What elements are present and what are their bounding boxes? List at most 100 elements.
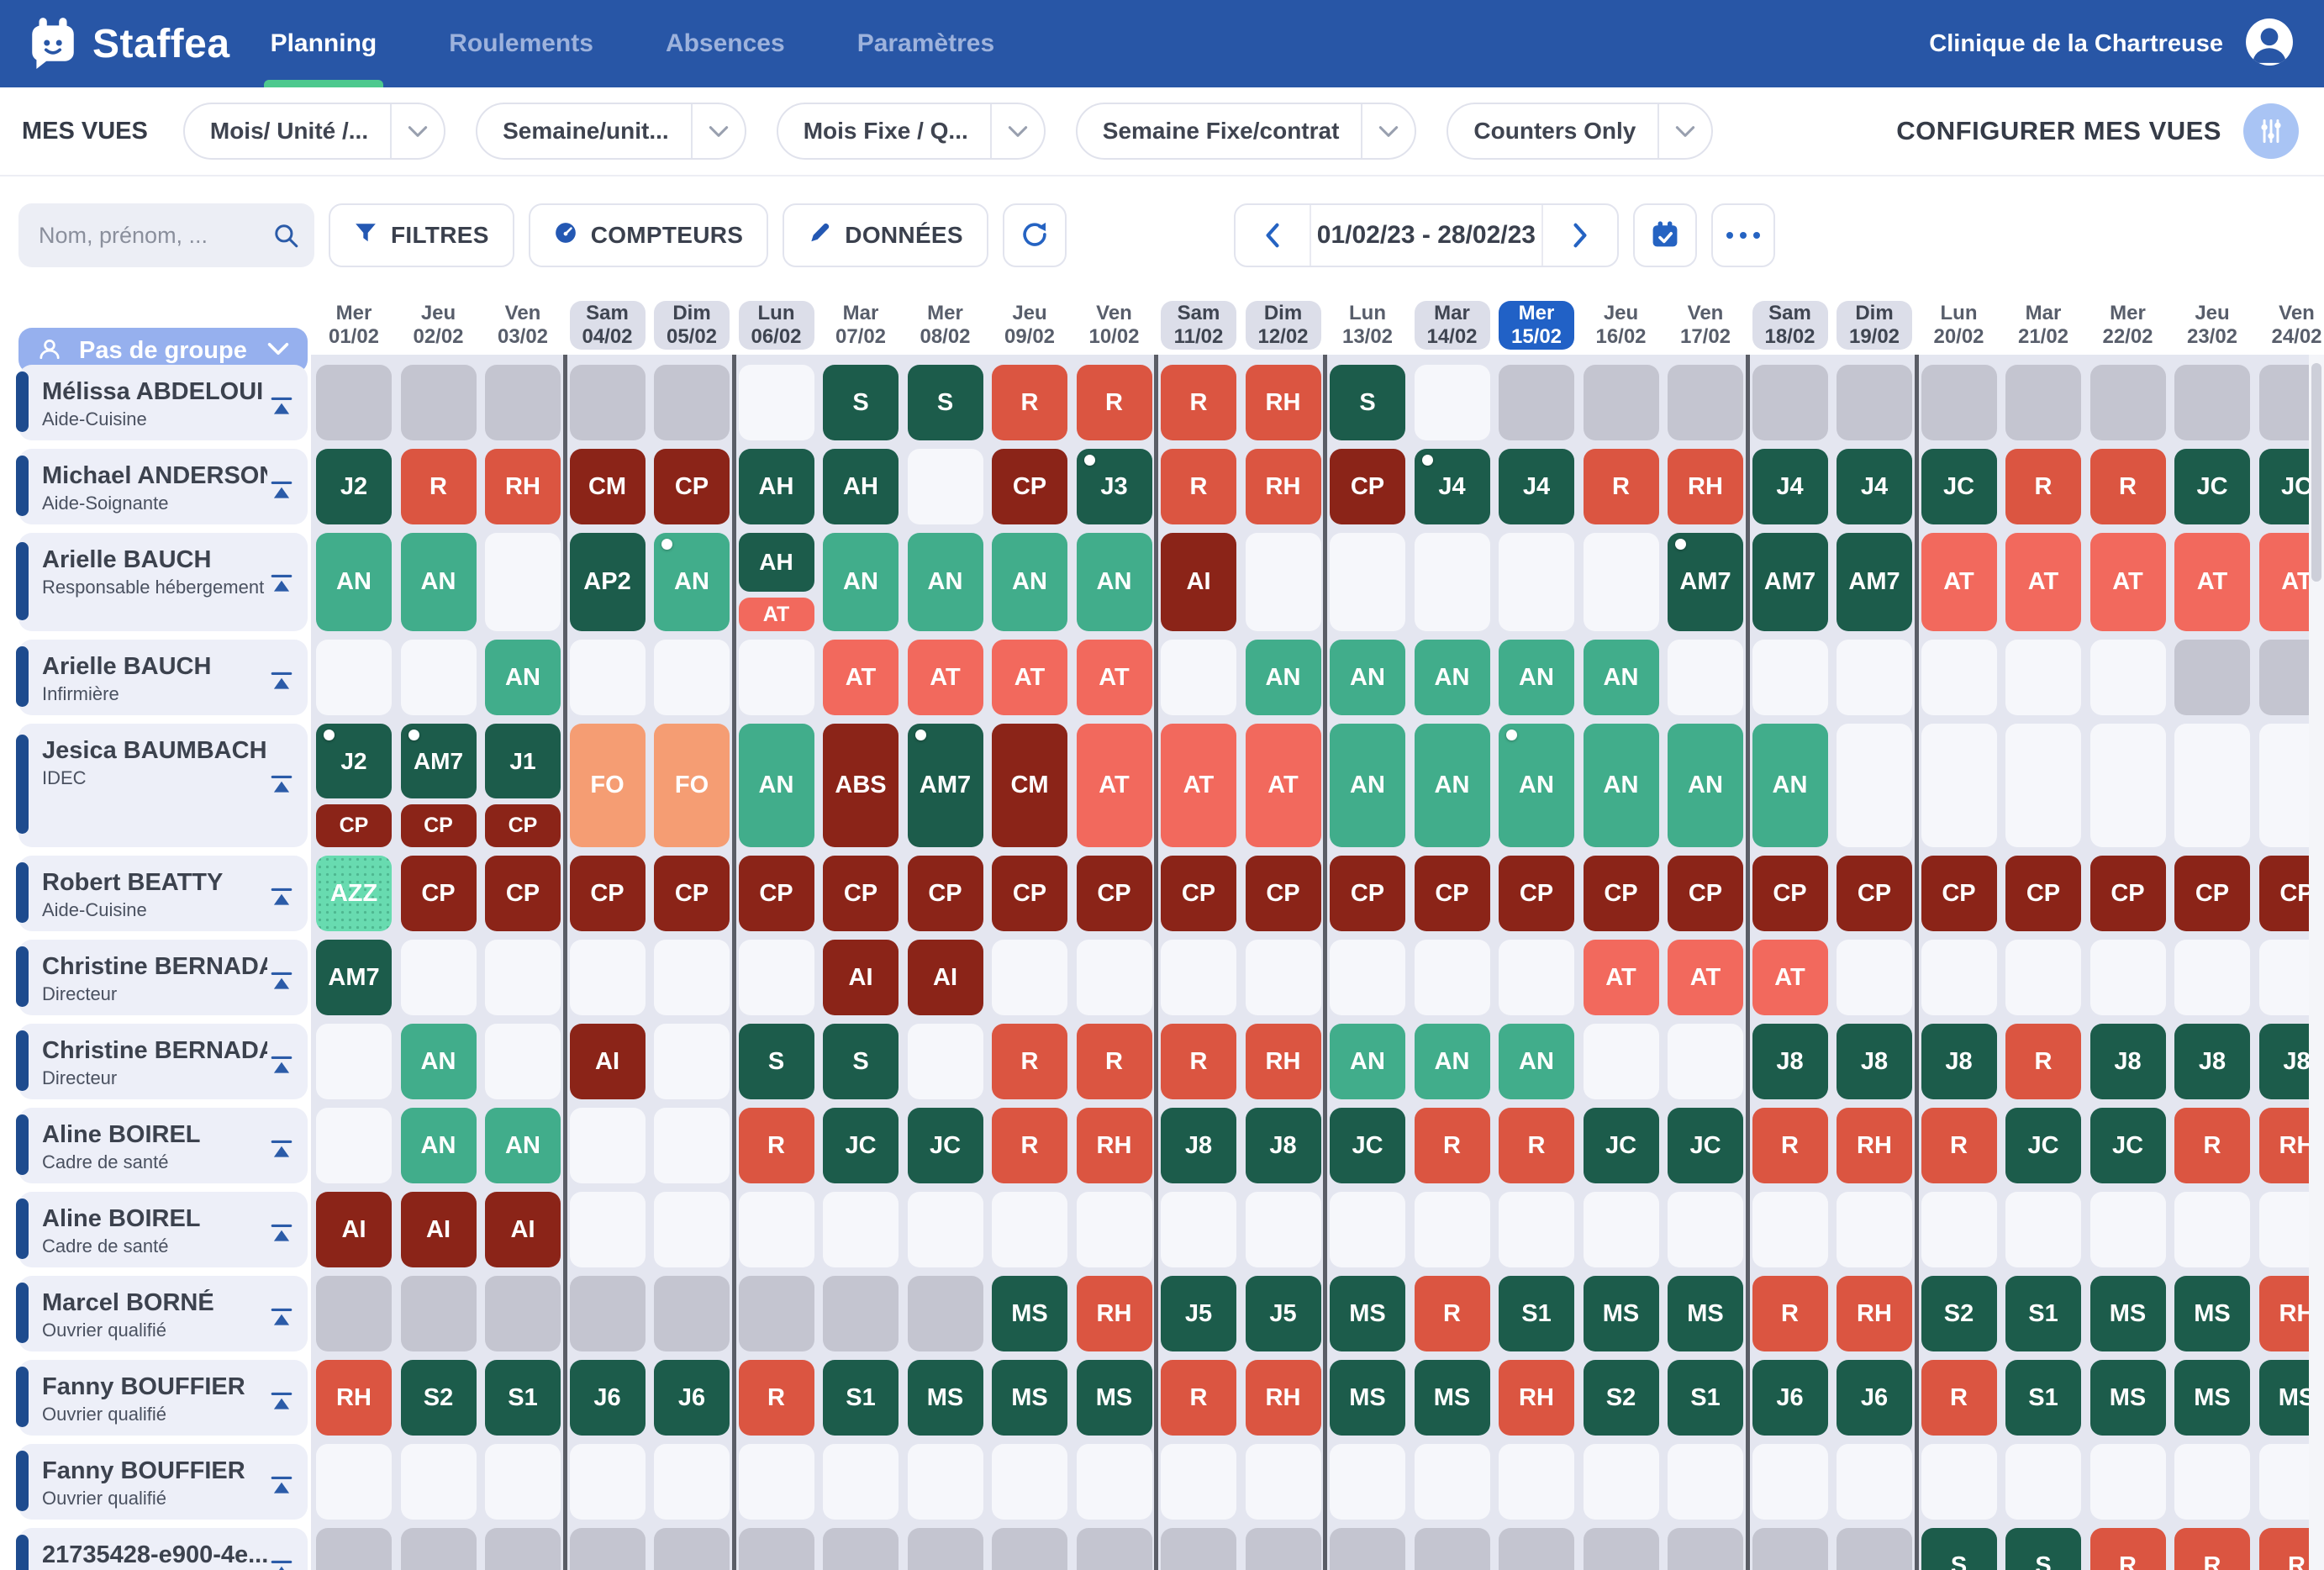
- shift-cell-RH[interactable]: RH: [1668, 449, 1743, 524]
- view-pill-0[interactable]: Mois/ Unité /...: [183, 103, 445, 160]
- empty-cell[interactable]: [654, 940, 730, 1015]
- shift-cell-AH[interactable]: AH: [823, 449, 899, 524]
- empty-cell[interactable]: [2174, 940, 2250, 1015]
- shift-cell-CM[interactable]: CM: [992, 724, 1067, 847]
- shift-cell-R[interactable]: R: [1752, 1108, 1828, 1183]
- shift-cell-MS[interactable]: MS: [1077, 1360, 1152, 1436]
- nav-tab-planning[interactable]: Planning: [271, 0, 377, 87]
- shift-cell-S2[interactable]: S2: [401, 1360, 477, 1436]
- shift-cell-AN[interactable]: AN: [316, 533, 392, 631]
- shift-cell-R[interactable]: R: [1921, 1360, 1997, 1436]
- empty-cell[interactable]: [570, 1444, 646, 1520]
- shift-cell-RH[interactable]: RH: [1837, 1276, 1912, 1351]
- shift-cell-AN[interactable]: AN: [401, 1108, 477, 1183]
- shift-cell-AM7[interactable]: AM7: [1837, 533, 1912, 631]
- shift-cell-R[interactable]: R: [1752, 1276, 1828, 1351]
- shift-cell-J4[interactable]: J4: [1499, 449, 1574, 524]
- shift-cell-R[interactable]: R: [2090, 449, 2166, 524]
- shift-cell-JC[interactable]: JC: [2090, 1108, 2166, 1183]
- empty-cell[interactable]: [1161, 940, 1236, 1015]
- empty-cell[interactable]: [908, 1024, 983, 1099]
- empty-cell[interactable]: [908, 449, 983, 524]
- shift-cell-R[interactable]: R: [1921, 1108, 1997, 1183]
- unavailable-cell[interactable]: [1499, 1528, 1574, 1570]
- employee-card[interactable]: Marcel BORNÉOuvrier qualifié: [18, 1276, 308, 1351]
- empty-cell[interactable]: [823, 1192, 899, 1267]
- chevron-down-icon[interactable]: [1362, 125, 1415, 138]
- empty-cell[interactable]: [1584, 1444, 1659, 1520]
- unavailable-cell[interactable]: [1077, 1528, 1152, 1570]
- unavailable-cell[interactable]: [908, 1528, 983, 1570]
- shift-cell-R[interactable]: R: [739, 1360, 814, 1436]
- empty-cell[interactable]: [1246, 1444, 1321, 1520]
- shift-cell-AT[interactable]: AT: [1077, 724, 1152, 847]
- empty-cell[interactable]: [1584, 1192, 1659, 1267]
- refresh-button[interactable]: [1003, 203, 1067, 267]
- unavailable-cell[interactable]: [401, 365, 477, 440]
- shift-cell-J8[interactable]: J8: [2174, 1024, 2250, 1099]
- day-header-22/02[interactable]: Mer22/02: [2090, 301, 2166, 350]
- shift-cell-AN[interactable]: AN: [1246, 640, 1321, 715]
- employee-card[interactable]: Christine BERNADASDirecteur: [18, 1024, 308, 1099]
- unavailable-cell[interactable]: [1330, 1528, 1405, 1570]
- empty-cell[interactable]: [654, 640, 730, 715]
- shift-cell-AN[interactable]: AN: [1415, 724, 1490, 847]
- empty-cell[interactable]: [654, 1192, 730, 1267]
- shift-cell-J6[interactable]: J6: [570, 1360, 646, 1436]
- unavailable-cell[interactable]: [1415, 1528, 1490, 1570]
- empty-cell[interactable]: [570, 1192, 646, 1267]
- shift-cell-J8[interactable]: J8: [2090, 1024, 2166, 1099]
- unavailable-cell[interactable]: [485, 1528, 561, 1570]
- empty-cell[interactable]: [1077, 940, 1152, 1015]
- shift-cell-R[interactable]: R: [1077, 365, 1152, 440]
- shift-cell-CP[interactable]: CP: [2090, 856, 2166, 931]
- shift-cell-RH[interactable]: RH: [316, 1360, 392, 1436]
- empty-cell[interactable]: [1584, 533, 1659, 631]
- empty-cell[interactable]: [401, 940, 477, 1015]
- shift-cell-J2[interactable]: J2: [316, 449, 392, 524]
- empty-cell[interactable]: [1415, 1192, 1490, 1267]
- view-pill-4[interactable]: Counters Only: [1447, 103, 1713, 160]
- shift-cell-CP[interactable]: CP: [1161, 856, 1236, 931]
- shift-cell-J8[interactable]: J8: [1246, 1108, 1321, 1183]
- empty-cell[interactable]: [1921, 724, 1997, 847]
- chevron-down-icon[interactable]: [693, 125, 745, 138]
- shift-cell-MS[interactable]: MS: [992, 1360, 1067, 1436]
- shift-cell-AN[interactable]: AN: [401, 1024, 477, 1099]
- pin-top-icon[interactable]: [269, 1558, 294, 1570]
- date-range-label[interactable]: 01/02/23 - 28/02/23: [1310, 205, 1543, 266]
- nav-tab-paramètres[interactable]: Paramètres: [857, 0, 994, 87]
- empty-cell[interactable]: [1161, 1192, 1236, 1267]
- empty-cell[interactable]: [654, 1024, 730, 1099]
- pin-top-icon[interactable]: [269, 670, 294, 696]
- empty-cell[interactable]: [2090, 1444, 2166, 1520]
- employee-card[interactable]: Fanny BOUFFIEROuvrier qualifié: [18, 1360, 308, 1436]
- empty-cell[interactable]: [485, 533, 561, 631]
- empty-cell[interactable]: [1837, 1192, 1912, 1267]
- empty-cell[interactable]: [1837, 940, 1912, 1015]
- shift-cell-AT[interactable]: AT: [1161, 724, 1236, 847]
- shift-cell-AH[interactable]: AH: [739, 533, 814, 592]
- shift-cell-J2[interactable]: J2: [316, 724, 392, 798]
- shift-cell-AI[interactable]: AI: [570, 1024, 646, 1099]
- pin-top-icon[interactable]: [269, 886, 294, 912]
- shift-cell-AT[interactable]: AT: [739, 598, 814, 631]
- empty-cell[interactable]: [1077, 1444, 1152, 1520]
- shift-cell-AN[interactable]: AN: [1584, 724, 1659, 847]
- unavailable-cell[interactable]: [316, 1528, 392, 1570]
- shift-cell-AT[interactable]: AT: [1584, 940, 1659, 1015]
- day-header-10/02[interactable]: Ven10/02: [1077, 301, 1152, 350]
- shift-cell-AI[interactable]: AI: [1161, 533, 1236, 631]
- shift-cell-AM7[interactable]: AM7: [316, 940, 392, 1015]
- shift-cell-S[interactable]: S: [1921, 1528, 1997, 1570]
- empty-cell[interactable]: [1499, 1192, 1574, 1267]
- shift-cell-CP[interactable]: CP: [2174, 856, 2250, 931]
- empty-cell[interactable]: [2005, 724, 2081, 847]
- shift-cell-MS[interactable]: MS: [2174, 1276, 2250, 1351]
- unavailable-cell[interactable]: [1161, 1528, 1236, 1570]
- empty-cell[interactable]: [2005, 1444, 2081, 1520]
- day-header-14/02[interactable]: Mar14/02: [1415, 301, 1490, 350]
- shift-cell-R[interactable]: R: [2174, 1528, 2250, 1570]
- shift-cell-S[interactable]: S: [823, 365, 899, 440]
- empty-cell[interactable]: [1668, 1192, 1743, 1267]
